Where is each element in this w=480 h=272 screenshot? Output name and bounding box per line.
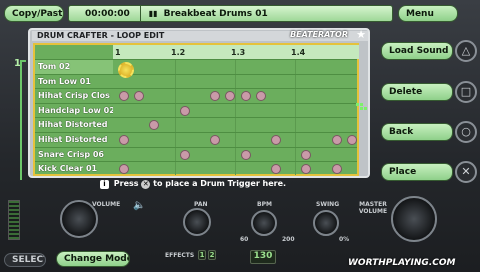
- drum-crafter-panel: DRUM CRAFTER - LOOP EDIT BEATERATOR ★ 1 …: [28, 28, 370, 178]
- drum-trigger[interactable]: [301, 149, 312, 160]
- song-title: Breakbeat Drums 01: [163, 8, 268, 19]
- brand-logo: BEATERATOR: [290, 30, 348, 39]
- select-button[interactable]: SELECT: [4, 253, 46, 267]
- bpm-tick-min: 60: [240, 236, 249, 243]
- cross-icon: ✕: [141, 180, 151, 189]
- bpm-value: 130: [250, 250, 276, 264]
- bpm-tick-max: 200: [282, 236, 295, 243]
- drum-trigger[interactable]: [210, 91, 221, 102]
- effects-slot-1[interactable]: 1: [198, 250, 206, 260]
- drum-row[interactable]: Hihat Distorted: [35, 132, 357, 147]
- drum-trigger[interactable]: [271, 164, 281, 175]
- drum-trigger[interactable]: [331, 164, 342, 175]
- bpm-label: BPM: [257, 201, 272, 208]
- drum-trigger[interactable]: [225, 91, 236, 102]
- drum-row-label[interactable]: Snare Crisp 06: [35, 148, 113, 162]
- drum-trigger[interactable]: [347, 135, 357, 145]
- drum-row[interactable]: Tom 02: [35, 59, 357, 74]
- effects-slot-2[interactable]: 2: [208, 250, 216, 260]
- master-volume-label: MASTER VOLUME: [358, 201, 388, 215]
- drum-row-label[interactable]: Tom 02: [35, 60, 113, 74]
- volume-knob[interactable]: [60, 200, 98, 238]
- effects-label: EFFECTS: [165, 252, 195, 259]
- drum-trigger[interactable]: [301, 164, 312, 175]
- drum-trigger[interactable]: [149, 120, 160, 131]
- time-display: 00:00:00: [69, 6, 141, 21]
- drum-trigger[interactable]: [240, 149, 251, 160]
- circle-icon[interactable]: ○: [455, 121, 477, 143]
- info-icon: i: [100, 180, 109, 189]
- change-mode-button[interactable]: Change Mode: [56, 251, 130, 267]
- track-bracket: [20, 60, 26, 180]
- app-shell: Copy/Paste 00:00:00 ▮▮ Breakbeat Drums 0…: [0, 0, 480, 272]
- drum-row-label[interactable]: Kick Clear 01: [35, 162, 113, 176]
- load-sound-button[interactable]: Load Sound: [381, 42, 453, 60]
- pan-label: PAN: [194, 201, 208, 208]
- drum-trigger[interactable]: [179, 149, 190, 160]
- drum-trigger[interactable]: [134, 91, 145, 102]
- copy-paste-button[interactable]: Copy/Paste: [4, 5, 64, 22]
- drum-trigger[interactable]: [331, 135, 342, 145]
- step-cursor-icon[interactable]: [118, 62, 134, 78]
- back-button[interactable]: Back: [381, 123, 453, 141]
- drum-row-label[interactable]: Hihat Distorted: [35, 118, 113, 132]
- grid-indicator-icon: [356, 98, 368, 110]
- drum-row[interactable]: Handclap Low 02: [35, 102, 357, 118]
- star-icon: ★: [356, 28, 366, 41]
- master-volume-knob[interactable]: [391, 196, 437, 242]
- ruler-label: 1: [115, 48, 121, 57]
- ruler-label: 1.3: [231, 48, 246, 57]
- drum-row-label[interactable]: Tom Low 01: [35, 75, 113, 89]
- hint-text-before: Press: [113, 179, 139, 188]
- drum-trigger[interactable]: [210, 135, 221, 145]
- drum-row-label[interactable]: Handclap Low 02: [35, 104, 113, 118]
- drum-trigger[interactable]: [119, 91, 129, 102]
- menu-button[interactable]: Menu: [398, 5, 458, 22]
- triangle-icon[interactable]: △: [455, 40, 477, 62]
- ruler-label: 1.2: [171, 48, 186, 57]
- delete-button[interactable]: Delete: [381, 83, 453, 101]
- drum-trigger[interactable]: [271, 135, 281, 145]
- watermark: WORTHPLAYING.COM: [348, 258, 456, 268]
- transport-bar: 00:00:00 ▮▮ Breakbeat Drums 01: [68, 5, 393, 22]
- cross-icon[interactable]: ✕: [455, 161, 477, 183]
- drum-row-label[interactable]: Hihat Distorted: [35, 133, 113, 147]
- volume-label: VOLUME: [92, 201, 121, 208]
- drum-trigger[interactable]: [119, 164, 129, 175]
- speaker-icon: 🔈: [133, 200, 146, 211]
- swing-knob[interactable]: [313, 210, 339, 236]
- level-meter: [8, 200, 20, 240]
- drum-trigger[interactable]: [179, 105, 190, 116]
- swing-tick: 0%: [339, 236, 350, 243]
- pause-icon[interactable]: ▮▮: [149, 9, 158, 18]
- hint-bar: i Press ✕ to place a Drum Trigger here.: [100, 179, 286, 189]
- drum-row-label[interactable]: Hihat Crisp Clos: [35, 89, 113, 103]
- drum-trigger[interactable]: [255, 91, 266, 102]
- drum-row[interactable]: Hihat Crisp Clos: [35, 88, 357, 103]
- hint-text-after: to place a Drum Trigger here.: [153, 179, 287, 188]
- square-icon[interactable]: □: [455, 81, 477, 103]
- drum-trigger[interactable]: [119, 135, 129, 145]
- drum-trigger[interactable]: [240, 91, 251, 102]
- swing-label: SWING: [316, 201, 340, 208]
- drum-row[interactable]: Tom Low 01: [35, 73, 357, 89]
- drum-row[interactable]: Kick Clear 01: [35, 161, 357, 176]
- pan-knob[interactable]: [183, 208, 211, 236]
- beat-ruler: 1 1.2 1.3 1.4: [113, 45, 359, 59]
- drum-row[interactable]: Snare Crisp 06: [35, 146, 357, 162]
- bpm-knob[interactable]: [251, 210, 277, 236]
- place-button[interactable]: Place: [381, 163, 453, 181]
- drum-row[interactable]: Hihat Distorted: [35, 117, 357, 132]
- ruler-label: 1.4: [291, 48, 306, 57]
- step-grid[interactable]: 1 1.2 1.3 1.4 Tom 02 Tom Low 01 Hihat Cris…: [33, 43, 359, 176]
